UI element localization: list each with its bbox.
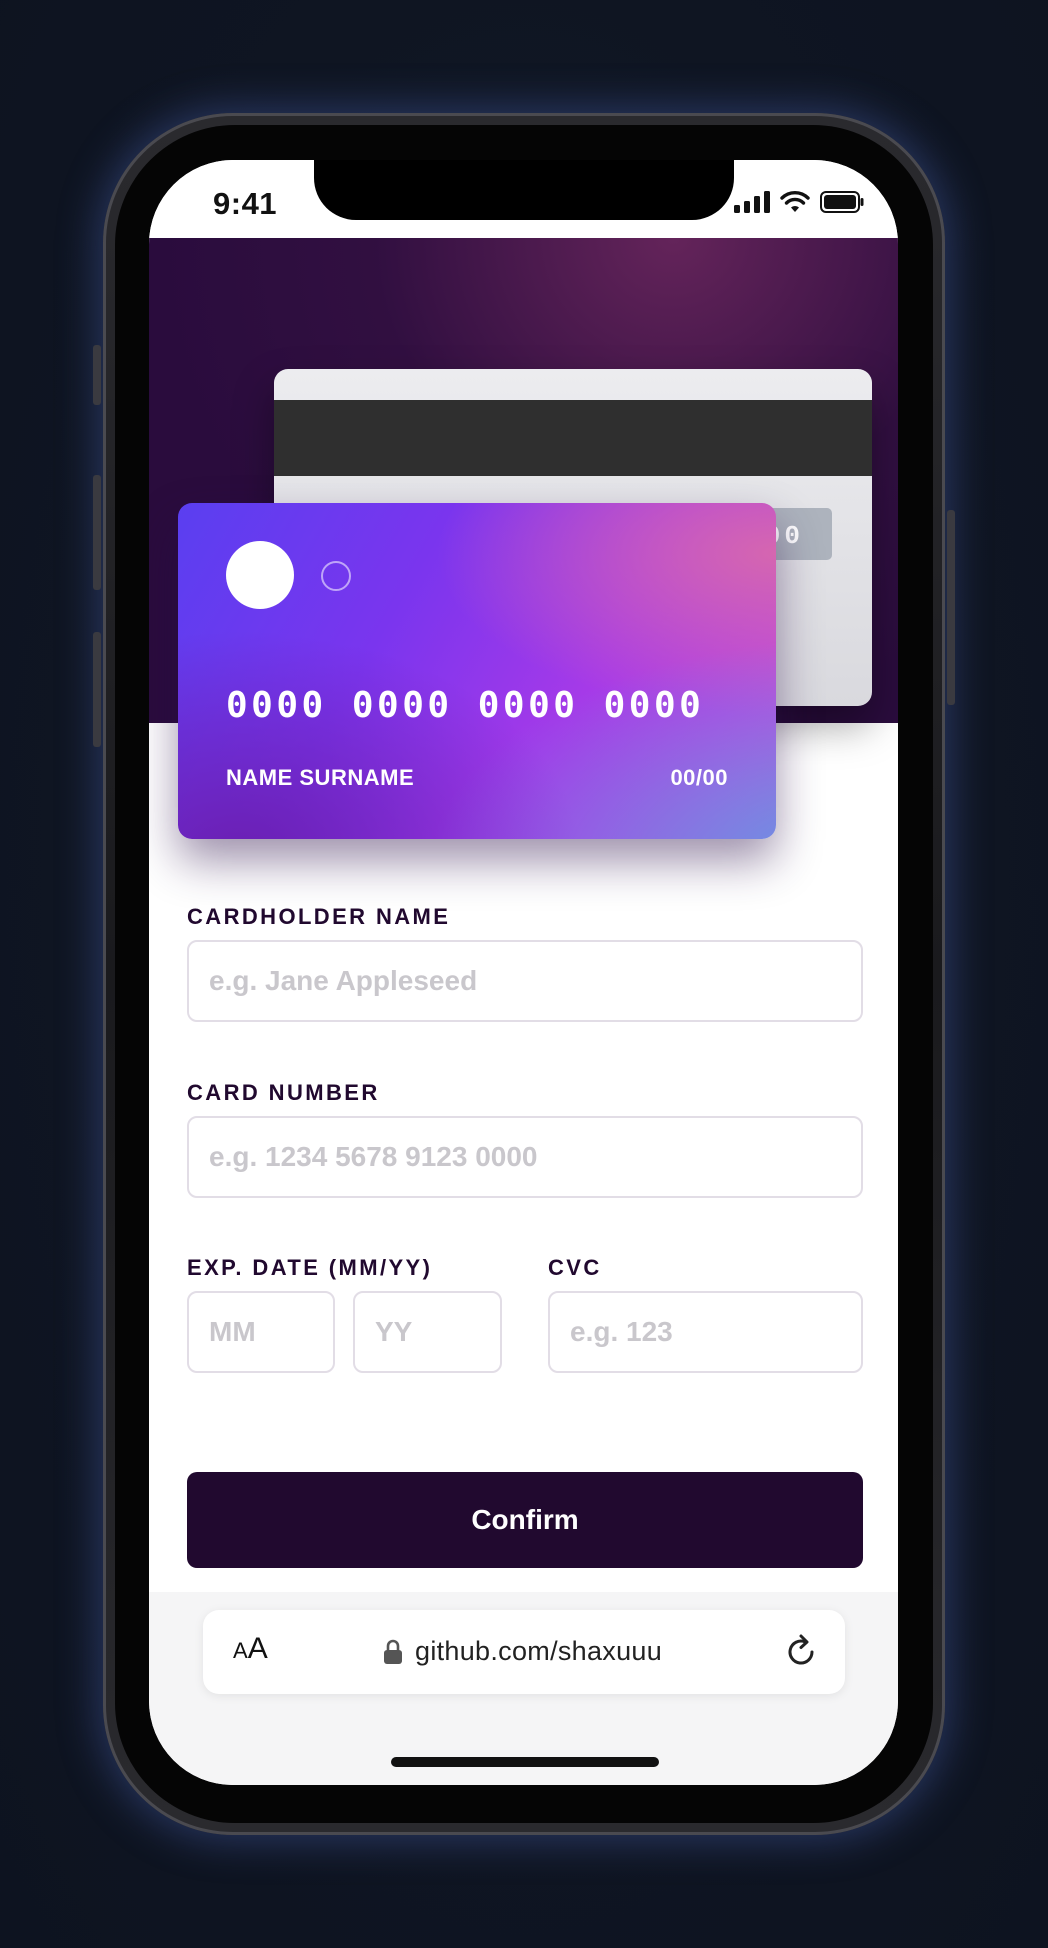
home-indicator[interactable]	[391, 1757, 659, 1767]
browser-toolbar: AA github.com/shaxuuu	[149, 1592, 898, 1785]
cvc-input[interactable]	[548, 1291, 863, 1373]
status-bar: 9:41	[149, 160, 898, 238]
cvc-label: CVC	[548, 1255, 602, 1280]
wifi-icon	[780, 191, 810, 212]
notch	[314, 160, 734, 220]
card-logo-circle-small	[321, 561, 351, 591]
reader-text-size-button[interactable]: AA	[233, 1632, 268, 1666]
lock-icon	[384, 1639, 402, 1664]
magnetic-stripe	[274, 400, 872, 476]
url-text: github.com/shaxuuu	[415, 1636, 663, 1666]
volume-up-button	[93, 475, 101, 590]
confirm-button[interactable]: Confirm	[187, 1472, 863, 1568]
text-size-small-glyph: A	[233, 1638, 248, 1663]
card-front-number: 0000 0000 0000 0000	[226, 685, 705, 726]
address-bar[interactable]: AA github.com/shaxuuu	[203, 1610, 845, 1694]
status-icons	[734, 190, 864, 214]
url-display[interactable]: github.com/shaxuuu	[383, 1636, 662, 1667]
cardholder-name-input[interactable]	[187, 940, 863, 1022]
phone-screen: 9:41 0000 0000 0000 0000 NAME SURNAME 00…	[149, 160, 898, 1785]
exp-date-label: EXP. DATE (MM/YY)	[187, 1255, 433, 1280]
exp-month-input[interactable]	[187, 1291, 335, 1373]
signal-icon	[734, 191, 770, 213]
card-number-label: CARD NUMBER	[187, 1080, 380, 1105]
volume-down-button	[93, 632, 101, 747]
cardholder-name-label: CARDHOLDER NAME	[187, 904, 451, 929]
battery-icon	[820, 191, 864, 213]
reload-icon[interactable]	[781, 1632, 821, 1672]
silent-switch	[93, 345, 101, 405]
card-number-input[interactable]	[187, 1116, 863, 1198]
card-logo-circle-large	[226, 541, 294, 609]
text-size-large-glyph: A	[247, 1632, 268, 1665]
exp-year-input[interactable]	[353, 1291, 502, 1373]
card-front-expiry: 00/00	[670, 765, 728, 790]
status-time: 9:41	[213, 186, 278, 221]
card-front-name: NAME SURNAME	[226, 765, 415, 790]
power-button	[947, 510, 955, 705]
card-front: 0000 0000 0000 0000 NAME SURNAME 00/00	[178, 503, 776, 839]
